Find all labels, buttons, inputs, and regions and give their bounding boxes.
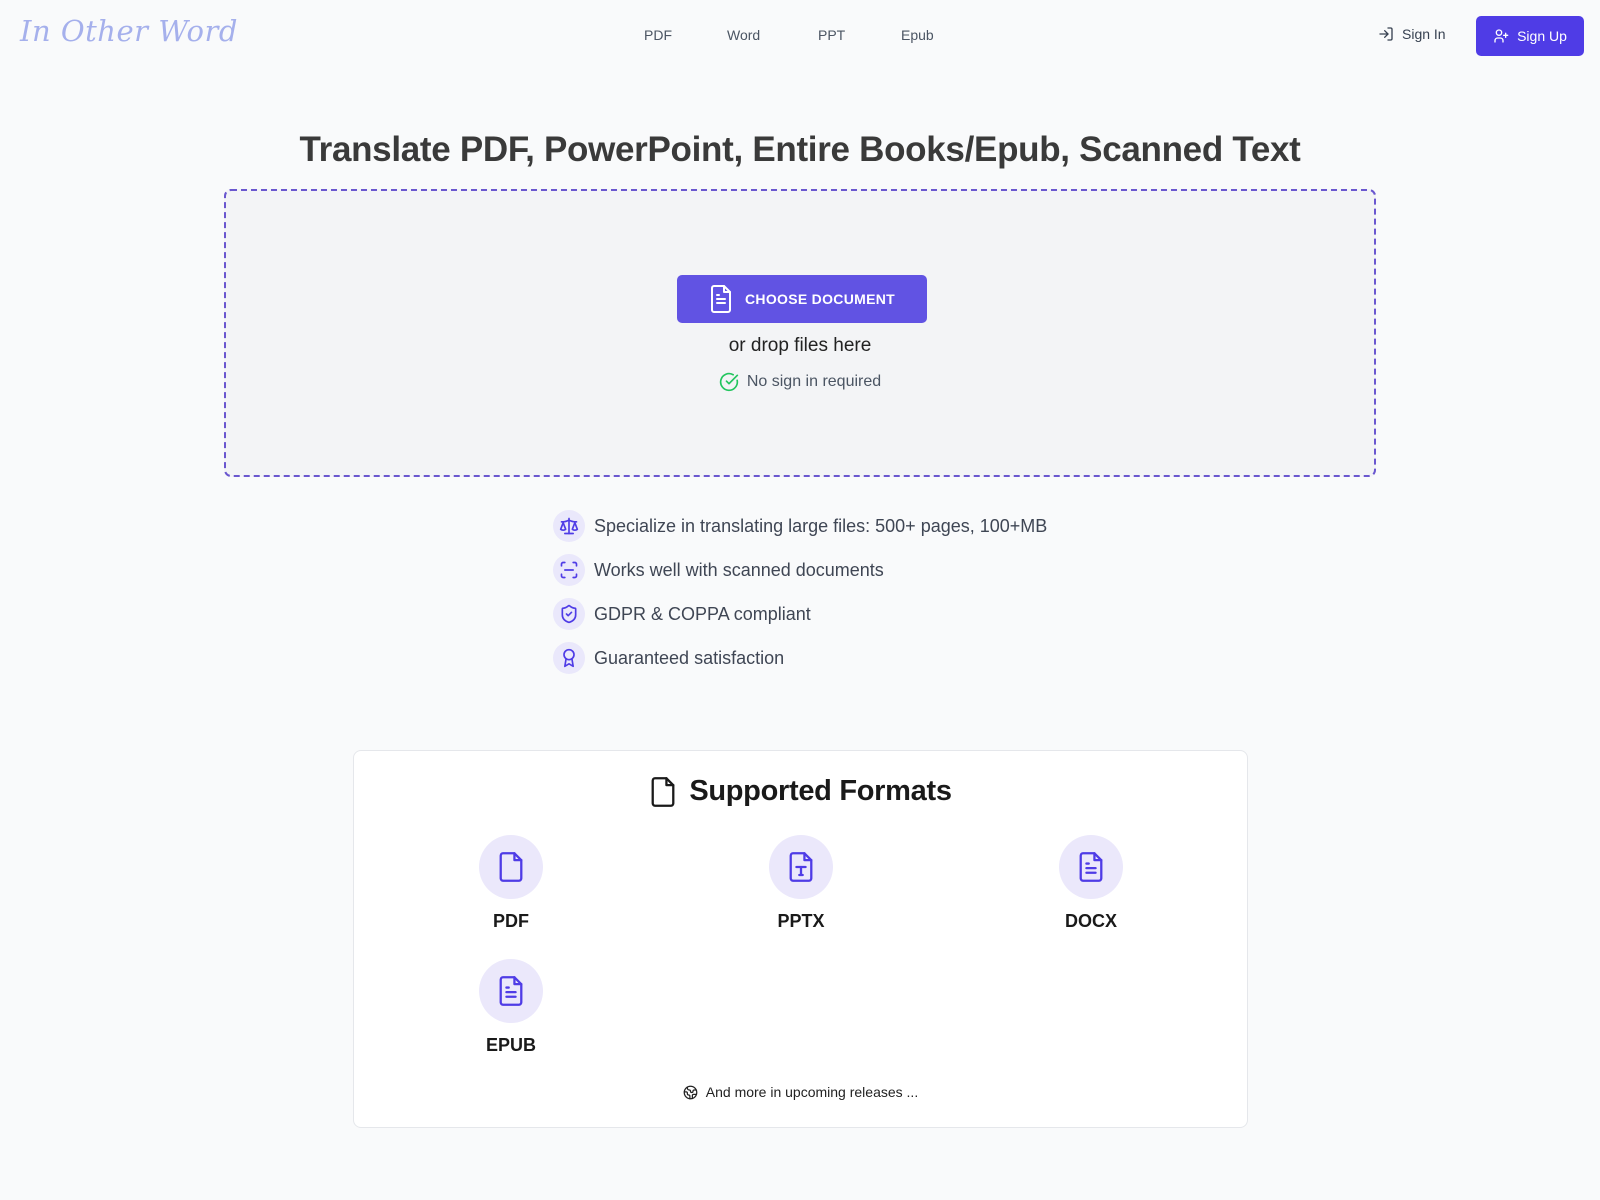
top-nav: PDF Word PPT Epub bbox=[0, 27, 1600, 47]
format-pptx: PPTX bbox=[741, 835, 861, 932]
no-sign-in-note: No sign in required bbox=[226, 372, 1374, 392]
user-plus-icon bbox=[1494, 29, 1509, 43]
format-epub: EPUB bbox=[451, 959, 571, 1056]
supported-formats-heading: Supported Formats bbox=[354, 775, 1247, 808]
format-label: PDF bbox=[493, 911, 529, 931]
drop-hint: or drop files here bbox=[728, 335, 872, 356]
feature-item: Works well with scanned documents bbox=[553, 548, 1047, 592]
scan-icon bbox=[560, 561, 578, 579]
file-icon bbox=[651, 776, 675, 807]
feature-item: GDPR & COPPA compliant bbox=[553, 592, 1047, 636]
sign-in-label: Sign In bbox=[1402, 26, 1446, 42]
feature-text: Works well with scanned documents bbox=[594, 559, 884, 580]
feature-text: GDPR & COPPA compliant bbox=[594, 603, 811, 624]
feature-text: Guaranteed satisfaction bbox=[594, 647, 785, 668]
format-docx: DOCX bbox=[1031, 835, 1151, 932]
check-circle-icon bbox=[719, 372, 739, 392]
page-title: Translate PDF, PowerPoint, Entire Books/… bbox=[299, 130, 1301, 169]
feature-item: Guaranteed satisfaction bbox=[553, 636, 1047, 680]
format-label: EPUB bbox=[485, 1035, 536, 1055]
choose-document-button[interactable]: CHOOSE DOCUMENT bbox=[677, 275, 927, 323]
file-dropzone[interactable]: CHOOSE DOCUMENT or drop files here No si… bbox=[224, 189, 1376, 477]
nav-ppt[interactable]: PPT bbox=[818, 27, 845, 43]
shield-check-icon bbox=[561, 604, 577, 624]
globe-icon bbox=[683, 1085, 698, 1099]
nav-epub[interactable]: Epub bbox=[901, 27, 934, 43]
format-label: PPTX bbox=[777, 911, 825, 931]
supported-formats-card: Supported Formats PDF PPTX DOCX EPUB And… bbox=[353, 750, 1248, 1128]
scale-icon bbox=[559, 517, 579, 535]
nav-word[interactable]: Word bbox=[727, 27, 760, 43]
file-icon bbox=[499, 852, 523, 882]
feature-item: Specialize in translating large files: 5… bbox=[553, 504, 1047, 548]
file-text-icon bbox=[711, 285, 732, 313]
feature-text: Specialize in translating large files: 5… bbox=[594, 515, 1048, 536]
file-text-icon bbox=[1079, 852, 1103, 882]
supported-formats-title: Supported Formats bbox=[689, 775, 952, 807]
award-icon bbox=[563, 648, 575, 668]
header: In Other Word PDF Word PPT Epub Sign In … bbox=[0, 0, 1600, 72]
sign-up-label: Sign Up bbox=[1517, 28, 1567, 44]
file-type-icon bbox=[789, 852, 813, 882]
sign-in-button[interactable]: Sign In bbox=[1378, 26, 1446, 42]
feature-list: Specialize in translating large files: 5… bbox=[553, 504, 1047, 680]
upcoming-formats-text: And more in upcoming releases ... bbox=[705, 1084, 919, 1100]
sign-up-button[interactable]: Sign Up bbox=[1476, 16, 1584, 56]
log-in-icon bbox=[1379, 27, 1393, 41]
no-sign-in-text: No sign in required bbox=[746, 373, 882, 390]
nav-pdf[interactable]: PDF bbox=[644, 27, 672, 43]
format-label: DOCX bbox=[1064, 911, 1117, 931]
file-text-icon bbox=[499, 976, 523, 1006]
upcoming-formats-note: And more in upcoming releases ... bbox=[354, 1084, 1247, 1100]
choose-document-label: CHOOSE DOCUMENT bbox=[745, 291, 895, 307]
format-pdf: PDF bbox=[451, 835, 571, 932]
